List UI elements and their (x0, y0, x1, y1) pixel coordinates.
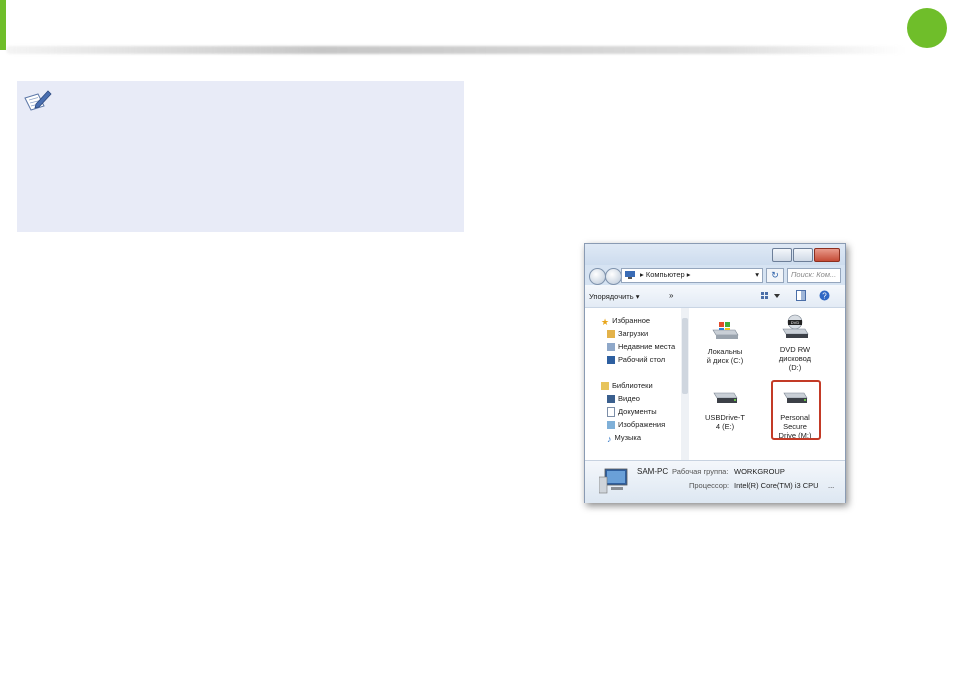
more-commands-button[interactable]: » (669, 291, 673, 300)
preview-pane-icon[interactable] (796, 290, 806, 301)
favorites-star-icon: ★ (601, 317, 610, 328)
sidebar-item-video[interactable]: Видео (607, 394, 640, 404)
drives-content-area: Локальны й диск (C:) DVD DVD RW дисковод… (689, 308, 845, 460)
music-icon: ♪ (607, 434, 612, 445)
drive-item-d[interactable]: DVD DVD RW дисковод (D:) (771, 314, 819, 372)
dvd-drive-icon: DVD (782, 314, 809, 338)
computer-name: SAM-PC (637, 467, 669, 476)
sidebar-item-documents[interactable]: Документы (607, 407, 657, 418)
workgroup-label: Рабочая группа: (672, 467, 729, 476)
libraries-icon (601, 382, 609, 391)
refresh-icon[interactable]: ↻ (766, 268, 784, 283)
address-dropdown-icon[interactable]: ▾ (755, 270, 759, 279)
sidebar-item-downloads[interactable]: Загрузки (607, 329, 648, 339)
svg-text:DVD: DVD (791, 320, 800, 325)
workgroup-value: WORKGROUP (734, 467, 785, 476)
maximize-button[interactable] (793, 248, 813, 262)
address-bar[interactable]: ▸ Компьютер ▸ ▾ (621, 268, 763, 283)
search-input[interactable]: Поиск: Ком... (787, 268, 841, 283)
back-button[interactable] (589, 268, 606, 285)
forward-button[interactable] (605, 268, 622, 285)
scrollbar-thumb[interactable] (682, 318, 688, 394)
close-button[interactable] (814, 248, 840, 262)
documents-icon (607, 407, 615, 418)
minimize-button[interactable] (772, 248, 792, 262)
sidebar-item-music[interactable]: ♪ Музыка (607, 433, 641, 445)
video-icon (607, 395, 615, 404)
note-box (17, 81, 464, 232)
drive-item-e[interactable]: USBDrive-T 4 (E:) (701, 386, 749, 431)
drive-item-c[interactable]: Локальны й диск (C:) (701, 320, 749, 365)
view-options-icon[interactable] (761, 291, 781, 301)
sidebar-item-pictures[interactable]: Изображения (607, 420, 665, 430)
organize-button[interactable]: Упорядочить ▾ (589, 292, 640, 301)
svg-text:?: ? (822, 292, 827, 301)
sidebar-item-desktop[interactable]: Рабочий стол (607, 355, 665, 365)
sidebar-item-favorites[interactable]: ★ Избранное (601, 316, 650, 328)
secure-drive-highlight (771, 380, 821, 440)
header-accent-bar (0, 0, 6, 50)
explorer-window: ▸ Компьютер ▸ ▾ ↻ Поиск: Ком... Упорядоч… (584, 243, 846, 503)
page-indicator-dot (907, 8, 947, 48)
local-disk-icon (712, 322, 739, 339)
sidebar-item-recent-places[interactable]: Недавние места (607, 342, 675, 352)
window-titlebar[interactable] (585, 244, 845, 265)
recent-places-icon (607, 343, 615, 352)
desktop-icon (607, 356, 615, 365)
processor-value: Intel(R) Core(TM) i3 CPU (734, 481, 819, 490)
computer-icon-large (599, 468, 628, 494)
header-divider (6, 46, 906, 54)
sidebar-item-libraries[interactable]: Библиотеки (601, 381, 653, 391)
command-toolbar: Упорядочить ▾ » ? (585, 285, 845, 308)
navigation-pane: ★ Избранное Загрузки Недавние места Рабоч… (585, 308, 683, 460)
note-pencil-icon (24, 90, 52, 111)
usb-drive-icon (713, 392, 738, 403)
address-path: ▸ Компьютер ▸ (640, 270, 691, 279)
details-pane: SAM-PC Рабочая группа: WORKGROUP Процесс… (585, 460, 845, 503)
pictures-icon (607, 421, 615, 430)
details-ellipsis: ... (828, 481, 835, 490)
computer-icon (625, 271, 635, 279)
help-icon[interactable]: ? (819, 290, 830, 301)
navigation-bar: ▸ Компьютер ▸ ▾ ↻ Поиск: Ком... (585, 265, 845, 285)
downloads-icon (607, 330, 615, 339)
processor-label: Процессор: (689, 481, 730, 490)
